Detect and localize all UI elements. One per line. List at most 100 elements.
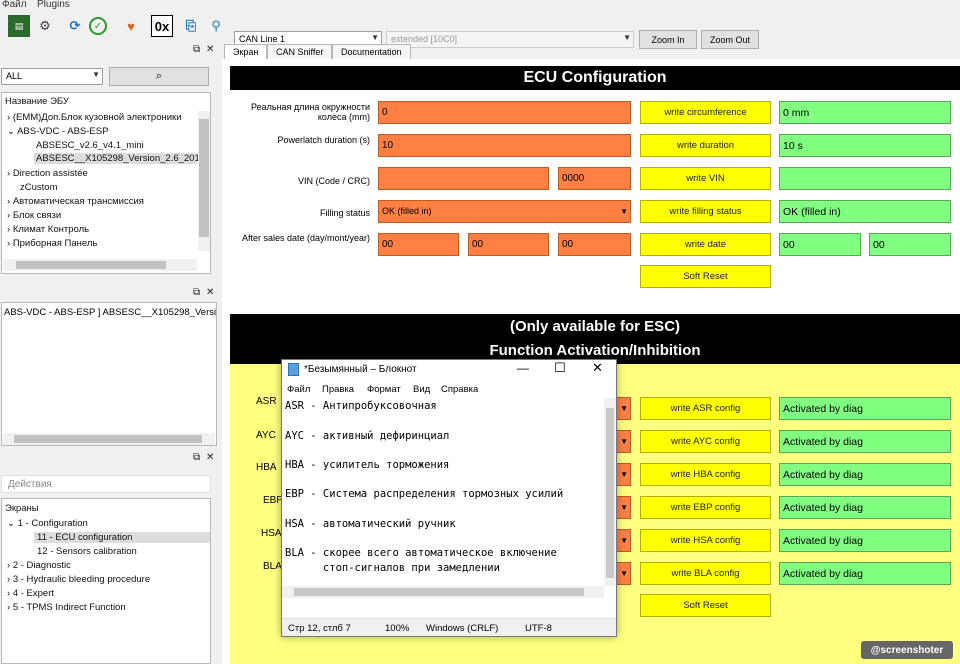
notepad-menu-file[interactable]: Файл [287, 384, 310, 395]
notepad-menu-view[interactable]: Вид [413, 384, 430, 395]
hex-icon[interactable]: 0x [151, 15, 173, 37]
float-icon[interactable]: ⧉ [193, 44, 200, 55]
tree-item[interactable]: zCustom [20, 182, 57, 193]
tree-item-selected[interactable]: 11 - ECU configuration [34, 532, 210, 543]
tree-item-selected[interactable]: ABSESC__X105298_Version_2.6_201... [34, 153, 208, 164]
chevron-down-icon: ▼ [620, 437, 628, 446]
row-label: VIN (Code / CRC) [297, 176, 370, 186]
search-icon: ⌕ [155, 70, 163, 82]
selected-ecu-panel: ABS-VDC - ABS-ESP ] ABSESC__X105298_Vers… [1, 302, 217, 446]
esc-title: (Only available for ESC) Function Activa… [230, 314, 960, 364]
notepad-menubar: Файл Правка Формат Вид Справка [282, 380, 616, 398]
scrollbar-thumb[interactable] [199, 119, 209, 237]
scrollbar-thumb[interactable] [14, 435, 202, 443]
write-asr-button[interactable]: write ASR config [640, 397, 771, 420]
menu-file[interactable]: Файл [2, 0, 27, 10]
tree-item[interactable]: ⌄ ABS-VDC - ABS-ESP [7, 126, 108, 137]
zoom-out-button[interactable]: Zoom Out [701, 30, 759, 49]
write-duration-button[interactable]: write duration [640, 134, 771, 157]
ebp-result: Activated by diag [779, 496, 951, 519]
close-icon[interactable]: ✕ [592, 360, 603, 376]
close-icon[interactable]: ✕ [206, 287, 214, 298]
notepad-line: EBP - Система распределения тормозных ус… [285, 488, 564, 500]
esc-soft-reset-button[interactable]: Soft Reset [640, 594, 771, 617]
filling-status-select[interactable]: OK (filled in) ▼ [378, 200, 631, 223]
date-result-2: 00 [869, 233, 951, 256]
tree-item[interactable]: › 3 - Hydraulic bleeding procedure [7, 574, 150, 585]
date-year-input[interactable]: 00 [558, 233, 631, 256]
write-vin-button[interactable]: write VIN [640, 167, 771, 190]
notepad-text-area[interactable]: ASR - Антипробуксовочная AYC - активный … [282, 398, 616, 618]
actions-input[interactable]: Действия [1, 475, 211, 493]
chevron-down-icon: ▼ [371, 33, 379, 42]
network-icon[interactable]: ⎘ [180, 15, 202, 37]
minimize-icon[interactable]: — [517, 361, 529, 375]
notepad-menu-format[interactable]: Формат [367, 384, 401, 395]
esc-title-line1: (Only available for ESC) [509, 318, 681, 335]
tree-item[interactable]: › Автоматическая трансмиссия [7, 196, 144, 207]
zoom-in-button[interactable]: Zoom In [639, 30, 697, 49]
circumference-input[interactable]: 0 [378, 101, 631, 124]
notepad-menu-help[interactable]: Справка [441, 384, 478, 395]
tree-item[interactable]: › Приборная Панель [7, 238, 97, 249]
notepad-titlebar[interactable]: *Безымянный – Блокнот — ☐ ✕ [282, 360, 616, 380]
notepad-menu-edit[interactable]: Правка [322, 384, 354, 395]
date-result-1: 00 [779, 233, 861, 256]
write-ayc-button[interactable]: write AYC config [640, 430, 771, 453]
refresh-icon[interactable]: ⟳ [64, 15, 86, 37]
scan-icon[interactable]: ▤ [8, 15, 30, 37]
date-day-input[interactable]: 00 [378, 233, 459, 256]
vin-input[interactable] [378, 167, 549, 190]
chevron-down-icon: ▼ [620, 569, 628, 578]
close-icon[interactable]: ✕ [206, 452, 214, 463]
zoom-level: 100% [385, 623, 410, 634]
vin-crc-input[interactable]: 0000 [558, 167, 631, 190]
tree-item[interactable]: › Климат Контроль [7, 224, 89, 235]
panel1-titlebar: ⧉ ✕ [0, 44, 218, 58]
cog-icon[interactable]: ⚙ [34, 15, 56, 37]
soft-reset-button[interactable]: Soft Reset [640, 265, 771, 288]
tab-documentation[interactable]: Documentation [332, 44, 411, 60]
ecu-tree: Название ЭБУ › (EMM)Доп.Блок кузовной эл… [1, 92, 211, 274]
cursor-position: Стр 12, стлб 7 [288, 623, 351, 634]
menu-plugins[interactable]: Plugins [37, 0, 70, 10]
write-date-button[interactable]: write date [640, 233, 771, 256]
date-month-input[interactable]: 00 [468, 233, 549, 256]
write-ebp-button[interactable]: write EBP config [640, 496, 771, 519]
chevron-down-icon: ▼ [620, 404, 628, 413]
frame-mode-select[interactable]: extended [10C0] ▼ [386, 31, 634, 48]
tree-item[interactable]: ⌄ 1 - Configuration [7, 518, 88, 529]
search-button[interactable]: ⌕ [109, 67, 209, 86]
tree-item[interactable]: › 4 - Expert [7, 588, 54, 599]
ecu-filter-select[interactable]: ALL ▼ [1, 68, 103, 85]
scrollbar-thumb[interactable] [16, 261, 166, 269]
scrollbar-thumb[interactable] [294, 588, 584, 596]
duration-input[interactable]: 10 [378, 134, 631, 157]
notepad-line: стоп-сигналов при замедлении [285, 562, 500, 574]
tab-can-sniffer[interactable]: CAN Sniffer [267, 44, 333, 60]
heartbeat-icon[interactable]: ♥ [120, 15, 142, 37]
write-hba-button[interactable]: write HBA config [640, 463, 771, 486]
tree-item[interactable]: ABSESC_v2.6_v4.1_mini [36, 140, 144, 151]
tree-item[interactable]: › Direction assistée [7, 168, 88, 179]
close-icon[interactable]: ✕ [206, 44, 214, 55]
tree-item[interactable]: › Блок связи [7, 210, 61, 221]
float-icon[interactable]: ⧉ [193, 287, 200, 298]
write-filling-status-button[interactable]: write filling status [640, 200, 771, 223]
write-circumference-button[interactable]: write circumference [640, 101, 771, 124]
connect-icon[interactable]: ⚲ [205, 15, 227, 37]
tree-item[interactable]: › (EMM)Доп.Блок кузовной электроники [7, 112, 182, 123]
tree-item[interactable]: › 2 - Diagnostic [7, 560, 71, 571]
scrollbar-thumb[interactable] [606, 408, 614, 578]
write-bla-button[interactable]: write BLA config [640, 562, 771, 585]
write-hsa-button[interactable]: write HSA config [640, 529, 771, 552]
maximize-icon[interactable]: ☐ [554, 360, 566, 376]
row-label: Filling status [319, 208, 370, 218]
check-icon[interactable]: ✓ [89, 17, 107, 35]
float-icon[interactable]: ⧉ [193, 452, 200, 463]
tree-item[interactable]: 12 - Sensors calibration [37, 546, 137, 557]
tree-header: Экраны [5, 503, 39, 514]
tree-item[interactable]: › 5 - TPMS Indirect Function [7, 602, 126, 613]
tab-screen[interactable]: Экран [224, 44, 268, 60]
chevron-down-icon: ▼ [620, 536, 628, 545]
